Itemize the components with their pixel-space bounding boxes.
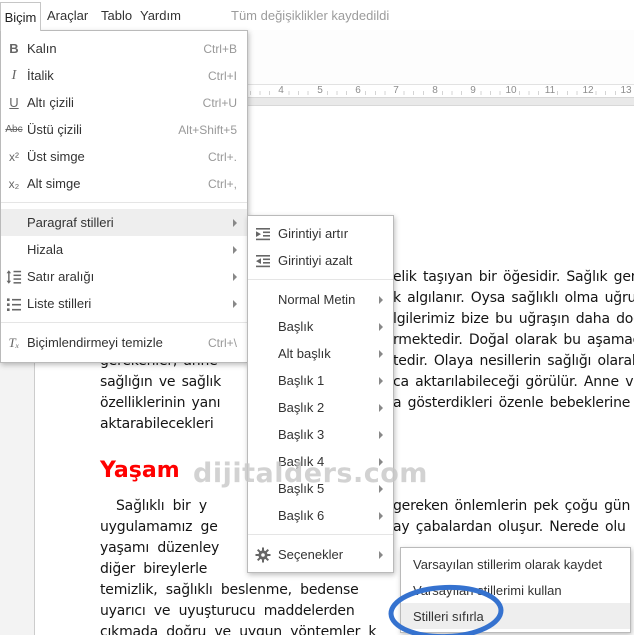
format-menu: B Kalın Ctrl+B I İtalik Ctrl+I U Altı çi… [0, 30, 248, 363]
doc-text-line: özelliklerinin yanı [100, 395, 221, 411]
menu-item-heading-4[interactable]: Başlık 4 [248, 448, 393, 475]
menu-item-line-spacing[interactable]: Satır aralığı [1, 263, 247, 290]
menu-divider [1, 202, 247, 203]
menu-bicim[interactable]: Biçim [0, 2, 41, 31]
doc-text-line: uygulamamız ge [100, 519, 218, 535]
ruler-number: 11 [544, 85, 556, 96]
doc-heading: Yaşam [100, 458, 180, 483]
ruler-number: 4 [275, 85, 287, 96]
menu-divider [248, 279, 393, 280]
menu-item-strikethrough[interactable]: Abc Üstü çizili Alt+Shift+5 [1, 116, 247, 143]
doc-text-line: temizlik, sağlıklı beslenme, bedense [100, 582, 359, 598]
ruler-number: 12 [582, 85, 594, 96]
menu-item-use-default-styles[interactable]: Varsayılan stillerimi kullan [401, 577, 630, 603]
menu-item-normal-text[interactable]: Normal Metin [248, 286, 393, 313]
submenu-arrow-icon [233, 245, 247, 254]
ruler-number: 9 [467, 85, 479, 96]
menu-item-list-styles[interactable]: Liste stilleri [1, 290, 247, 317]
submenu-arrow-icon [379, 349, 393, 358]
menu-item-options[interactable]: Seçenekler [248, 541, 393, 568]
menu-item-subtitle[interactable]: Alt başlık [248, 340, 393, 367]
menu-item-italic[interactable]: I İtalik Ctrl+I [1, 62, 247, 89]
doc-text-line: çıkmada doğru ve uygun yöntemler k [100, 624, 377, 635]
submenu-arrow-icon [379, 376, 393, 385]
menu-item-title[interactable]: Başlık [248, 313, 393, 340]
clear-formatting-icon: Tₓ [8, 334, 20, 350]
menu-bicim-label: Biçim [4, 9, 37, 25]
doc-text-line: diğer bireylerle [100, 561, 208, 577]
doc-text-line: ca aktarılabileceği görülür. Anne ve [393, 374, 634, 390]
submenu-arrow-icon [379, 403, 393, 412]
submenu-arrow-icon [233, 299, 247, 308]
ruler-number: 8 [429, 85, 441, 96]
ruler-number: 6 [352, 85, 364, 96]
menu-item-heading-5[interactable]: Başlık 5 [248, 475, 393, 502]
autosave-status: Tüm değişiklikler kaydedildi [231, 8, 390, 23]
doc-text-line: tedir. Olaya nesillerin sağlığı olarak [393, 353, 634, 369]
menu-item-heading-6[interactable]: Başlık 6 [248, 502, 393, 529]
decrease-indent-icon [248, 253, 278, 269]
menu-item-paragraph-styles[interactable]: Paragraf stilleri [1, 209, 247, 236]
bold-icon: B [9, 41, 19, 56]
submenu-arrow-icon [379, 457, 393, 466]
menu-divider [248, 534, 393, 535]
menu-item-underline[interactable]: U Altı çizili Ctrl+U [1, 89, 247, 116]
menu-item-bold[interactable]: B Kalın Ctrl+B [1, 35, 247, 62]
submenu-arrow-icon [379, 550, 393, 559]
ruler-ticks [250, 91, 634, 95]
submenu-arrow-icon [379, 511, 393, 520]
doc-text-line: k algılanır. Oysa sağlıklı olma uğrund [393, 290, 634, 306]
menu-item-reset-styles[interactable]: Stilleri sıfırla [401, 603, 630, 629]
submenu-arrow-icon [379, 295, 393, 304]
menu-araclar[interactable]: Araçlar [47, 8, 88, 23]
menu-item-save-default-styles[interactable]: Varsayılan stillerim olarak kaydet [401, 551, 630, 577]
doc-text-line: aktarabilecekleri [100, 416, 214, 432]
menu-item-superscript[interactable]: x² Üst simge Ctrl+. [1, 143, 247, 170]
doc-text-line: rmektedir. Doğal olarak bu aşamad [393, 332, 634, 348]
doc-text-line: uyarıcı ve uyuşturucu maddelerden [100, 603, 355, 619]
italic-icon: I [11, 67, 17, 83]
doc-text-line: Sağlıklı bir y [116, 498, 207, 514]
ruler-number: 7 [390, 85, 402, 96]
menu-item-subscript[interactable]: x₂ Alt simge Ctrl+, [1, 170, 247, 197]
ruler-number: 13 [620, 85, 632, 96]
submenu-arrow-icon [379, 484, 393, 493]
doc-text-line: elik taşıyan bir öğesidir. Sağlık gene [393, 269, 634, 285]
menu-tablo[interactable]: Tablo [101, 8, 132, 23]
submenu-arrow-icon [233, 218, 247, 227]
underline-icon: U [9, 95, 19, 110]
menu-divider [1, 322, 247, 323]
options-menu: Varsayılan stillerim olarak kaydet Varsa… [400, 547, 631, 633]
line-spacing-icon [1, 269, 27, 285]
doc-text-line: lgilerimiz bize bu uğraşın daha doğu [393, 311, 634, 327]
submenu-arrow-icon [379, 322, 393, 331]
menu-item-align[interactable]: Hizala [1, 236, 247, 263]
doc-text-line: yaşamı düzenley [100, 540, 220, 556]
menu-item-decrease-indent[interactable]: Girintiyi azalt [248, 247, 393, 274]
menu-item-heading-2[interactable]: Başlık 2 [248, 394, 393, 421]
menu-item-increase-indent[interactable]: Girintiyi artır [248, 220, 393, 247]
increase-indent-icon [248, 226, 278, 242]
menu-yardim[interactable]: Yardım [140, 8, 181, 23]
doc-text-line: sağlığın ve sağlık [100, 374, 222, 390]
menu-item-heading-1[interactable]: Başlık 1 [248, 367, 393, 394]
doc-text-line: gereken önlemlerin pek çoğu gün [393, 498, 631, 514]
ruler-number: 5 [314, 85, 326, 96]
superscript-icon: x² [9, 149, 19, 164]
subscript-icon: x₂ [8, 176, 20, 191]
doc-text-line: ay çabalardan oluşur. Nerede olu [393, 519, 626, 535]
menu-item-heading-3[interactable]: Başlık 3 [248, 421, 393, 448]
google-docs-window: Biçim Araçlar Tablo Yardım Tüm değişikli… [0, 0, 634, 635]
submenu-arrow-icon [233, 272, 247, 281]
gear-icon [248, 547, 278, 563]
menu-item-clear-formatting[interactable]: Tₓ Biçimlendirmeyi temizle Ctrl+\ [1, 329, 247, 356]
doc-text-line: a gösterdikleri özenle bebeklerine s [393, 395, 634, 411]
paragraph-styles-menu: Girintiyi artır Girintiyi azalt Normal M… [247, 215, 394, 573]
submenu-arrow-icon [379, 430, 393, 439]
list-styles-icon [1, 296, 27, 312]
ruler-number: 10 [505, 85, 517, 96]
strikethrough-icon: Abc [5, 124, 23, 135]
